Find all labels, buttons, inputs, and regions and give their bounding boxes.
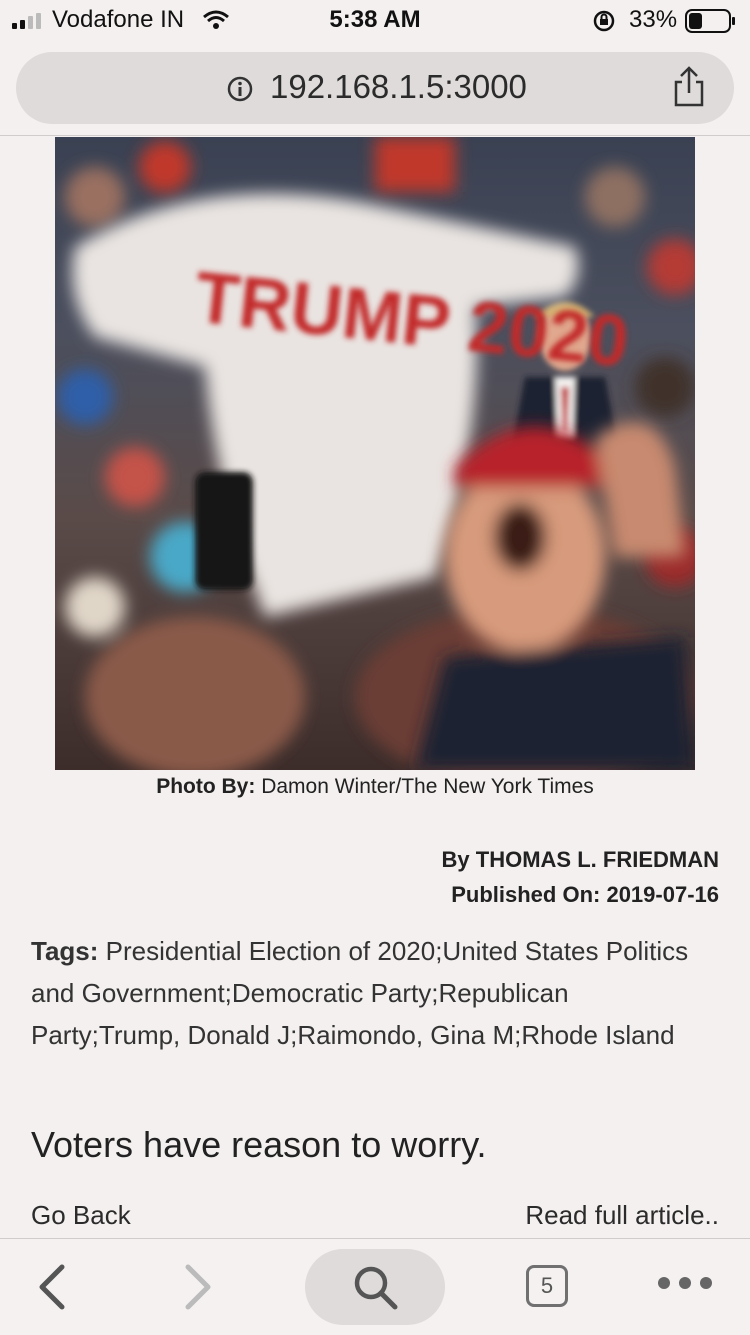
search-icon[interactable] (351, 1263, 399, 1311)
share-icon[interactable] (670, 66, 708, 108)
article-photo: TRUMP 2020 (55, 137, 695, 770)
byline-block: By THOMAS L. FRIEDMAN Published On: 2019… (442, 842, 719, 912)
toolbar-divider (0, 135, 750, 136)
url-text[interactable]: 192.168.1.5:3000 (270, 68, 527, 106)
battery-percent: 33% (629, 6, 678, 33)
caption-label: Photo By: (156, 775, 256, 798)
go-back-link[interactable]: Go Back (31, 1200, 131, 1231)
address-bar[interactable]: 192.168.1.5:3000 (16, 52, 734, 124)
read-full-article-link[interactable]: Read full article.. (525, 1200, 719, 1231)
more-icon[interactable] (657, 1275, 713, 1291)
tags-list: Presidential Election of 2020;United Sta… (31, 936, 689, 1050)
back-arrow-icon[interactable] (36, 1263, 68, 1311)
search-button[interactable] (305, 1249, 445, 1325)
tabs-icon[interactable]: 5 (526, 1265, 568, 1307)
battery-icon (685, 9, 735, 33)
orientation-lock-icon (593, 10, 615, 32)
bottom-toolbar: 5 (0, 1238, 750, 1335)
forward-arrow-icon[interactable] (182, 1263, 214, 1311)
photo-caption: Photo By: Damon Winter/The New York Time… (0, 775, 750, 799)
article-tags: Tags: Presidential Election of 2020;Unit… (31, 930, 701, 1056)
info-icon[interactable] (226, 75, 254, 103)
tags-label: Tags: (31, 936, 99, 966)
status-bar: Vodafone IN 5:38 AM 33% (0, 0, 750, 40)
published-date: Published On: 2019-07-16 (451, 882, 719, 907)
article-teaser: Voters have reason to worry. (31, 1124, 487, 1165)
caption-credit: Damon Winter/The New York Times (261, 775, 594, 798)
author-byline: By THOMAS L. FRIEDMAN (441, 847, 719, 872)
